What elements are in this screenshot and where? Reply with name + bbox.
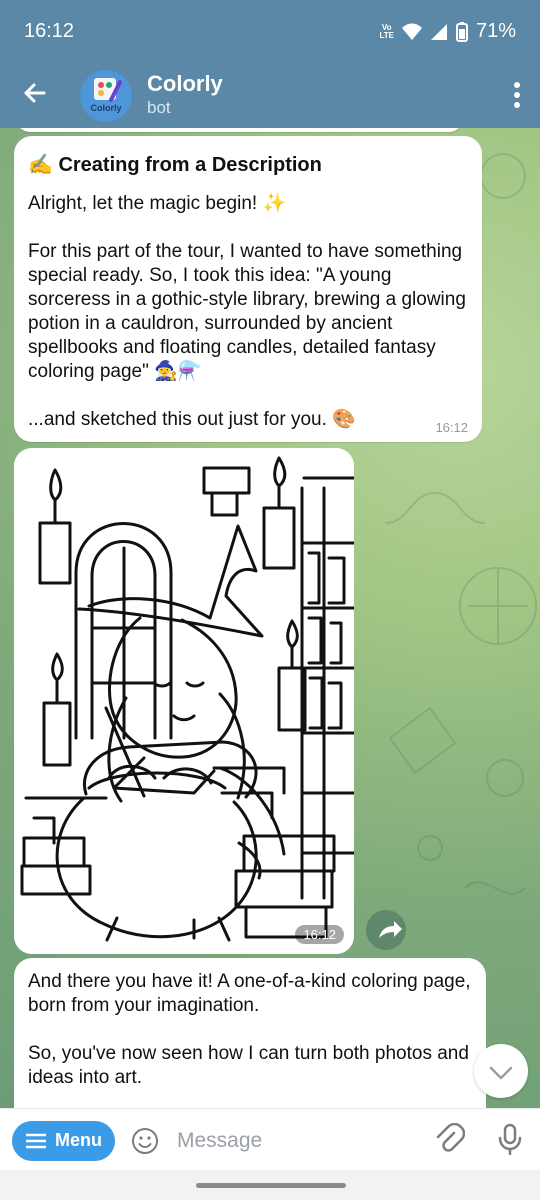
volte-indicator: Vo LTE	[379, 22, 394, 40]
message-paragraph: Alright, let the magic begin! ✨	[28, 193, 287, 214]
home-indicator[interactable]	[196, 1183, 346, 1188]
message-paragraph: And there you have it! A one-of-a-kind c…	[28, 971, 471, 1016]
forward-icon	[379, 921, 402, 938]
microphone-icon[interactable]	[496, 1123, 524, 1155]
menu-label: Menu	[55, 1130, 102, 1150]
scroll-down-button[interactable]	[474, 1044, 528, 1098]
menu-button[interactable]: Menu	[12, 1121, 115, 1161]
previous-message-bubble	[16, 128, 463, 132]
message-paragraph: So, you've now seen how I can turn both …	[28, 1043, 469, 1088]
status-time: 16:12	[24, 20, 75, 42]
message-text: Alright, let the magic begin! ✨ For this…	[28, 192, 478, 432]
status-bar: 16:12 Vo LTE 71%	[0, 0, 540, 62]
palette-logo-icon	[94, 78, 122, 102]
bot-avatar[interactable]: Colorly	[80, 70, 132, 122]
witch-coloring-illustration	[14, 448, 354, 954]
message-input[interactable]	[175, 1122, 429, 1160]
message-bubble[interactable]: And there you have it! A one-of-a-kind c…	[14, 958, 486, 1108]
message-paragraph: ...and sketched this out just for you. 🎨	[28, 409, 356, 430]
battery-icon	[455, 21, 468, 42]
forward-button[interactable]	[366, 910, 406, 950]
message-composer: Menu	[0, 1108, 540, 1171]
message-text: And there you have it! A one-of-a-kind c…	[28, 970, 476, 1108]
chevron-down-icon	[489, 1066, 513, 1080]
message-bubble[interactable]: ✍️ Creating from a Description Alright, …	[14, 136, 482, 442]
menu-icon	[26, 1133, 46, 1149]
avatar-label: Colorly	[90, 103, 122, 113]
coloring-page-image[interactable]: 16:12	[14, 448, 354, 954]
emoji-icon[interactable]	[130, 1126, 160, 1156]
bot-status: bot	[147, 98, 171, 117]
status-icons: Vo LTE 71%	[379, 20, 516, 43]
signal-icon	[430, 23, 447, 40]
chat-header: Colorly Colorly bot	[0, 62, 540, 128]
back-arrow-icon[interactable]	[18, 76, 52, 110]
bot-name[interactable]: Colorly	[147, 71, 223, 97]
battery-level: 71%	[475, 20, 516, 42]
message-title: ✍️ Creating from a Description	[28, 154, 322, 176]
message-time: 16:12	[435, 420, 468, 435]
system-navigation-bar	[0, 1170, 540, 1200]
image-time: 16:12	[295, 925, 344, 944]
wifi-icon	[401, 23, 422, 40]
chat-area[interactable]: ✍️ Creating from a Description Alright, …	[0, 128, 540, 1108]
more-options-icon[interactable]	[512, 80, 522, 110]
message-paragraph: For this part of the tour, I wanted to h…	[28, 241, 466, 382]
attach-icon[interactable]	[433, 1123, 465, 1155]
